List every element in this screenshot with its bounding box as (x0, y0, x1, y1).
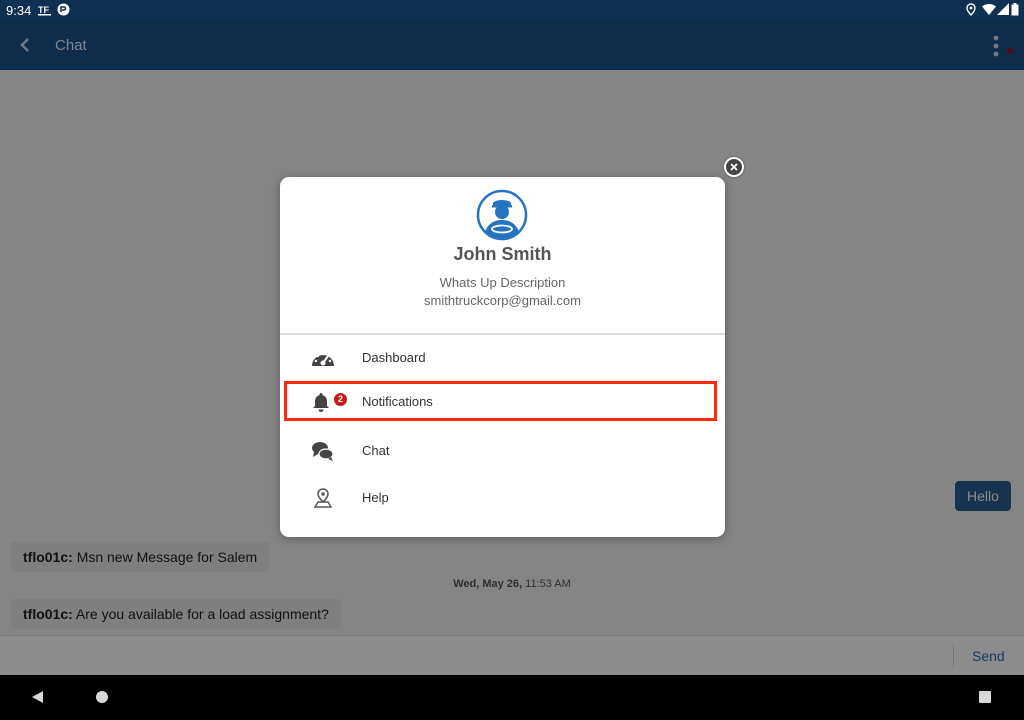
menu-item-chat[interactable]: Chat (280, 430, 725, 472)
tf-app-icon: TF (38, 3, 52, 19)
svg-text:TF: TF (38, 5, 49, 15)
bell-icon (310, 391, 336, 413)
modal-backdrop-top (0, 20, 1024, 70)
driver-avatar-icon (476, 189, 528, 241)
avatar (476, 189, 528, 241)
menu-item-label: Notifications (362, 394, 433, 409)
battery-icon (1011, 3, 1019, 19)
menu-item-label: Help (362, 490, 389, 505)
chat-bubbles-icon (310, 440, 336, 462)
profile-menu-dialog: John Smith Whats Up Description smithtru… (280, 177, 725, 537)
menu-item-notifications[interactable]: 2 Notifications (284, 381, 717, 421)
close-icon (726, 159, 742, 175)
nav-back-button[interactable] (31, 690, 45, 709)
menu-item-label: Chat (362, 443, 390, 458)
speedometer-icon (310, 347, 336, 369)
nav-recents-button[interactable] (979, 691, 991, 703)
system-nav-bar (0, 675, 1024, 720)
signal-icon (997, 3, 1009, 18)
profile-name: John Smith (453, 244, 552, 264)
menu-item-dashboard[interactable]: Dashboard (280, 337, 725, 379)
help-pin-icon (310, 487, 336, 509)
nav-back-icon (32, 691, 43, 703)
status-time: 9:34 (6, 3, 32, 18)
menu-item-help[interactable]: Help (280, 477, 725, 519)
status-bar: 9:34 TF (0, 0, 1024, 20)
notification-badge: 2 (334, 393, 347, 406)
profile-description: Whats Up Description (439, 275, 566, 290)
location-icon (966, 3, 976, 19)
close-dialog-button[interactable] (724, 157, 744, 177)
nav-home-button[interactable] (96, 691, 108, 703)
menu-item-label: Dashboard (362, 350, 426, 365)
wifi-icon (982, 3, 996, 18)
profile-email: smithtruckcorp@gmail.com (424, 293, 581, 308)
circle-app-icon (57, 3, 70, 19)
divider (280, 333, 725, 335)
